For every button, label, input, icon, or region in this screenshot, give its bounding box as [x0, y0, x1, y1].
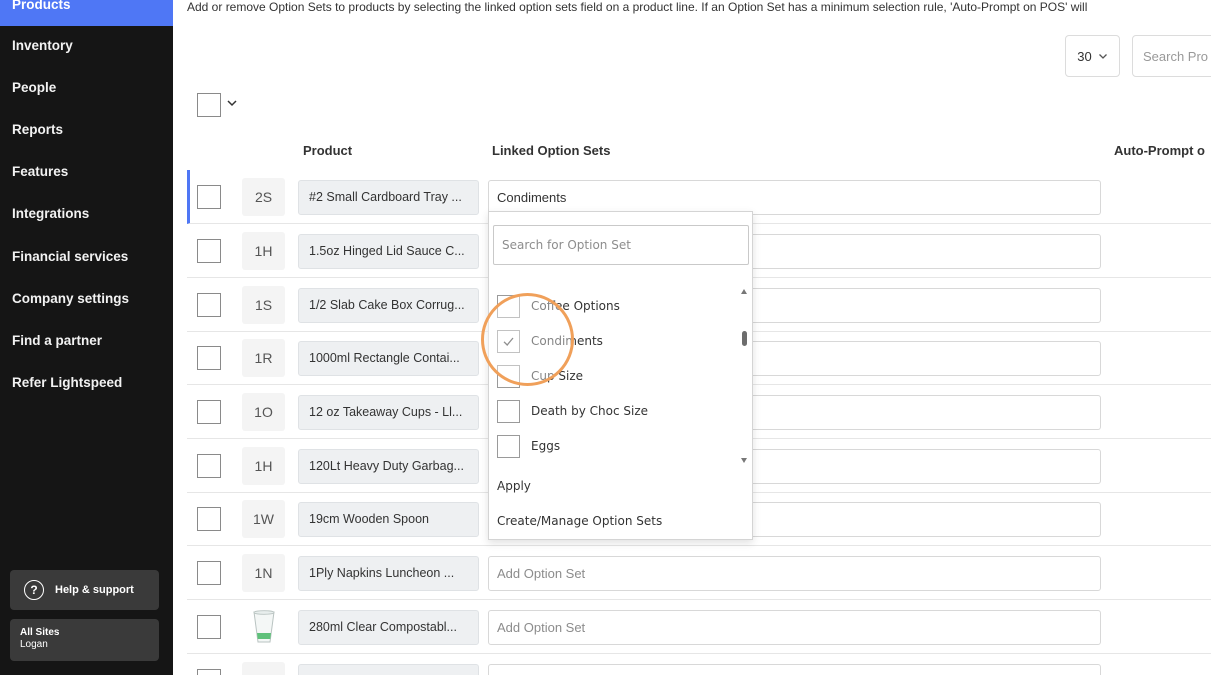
page-description: Add or remove Option Sets to products by…	[187, 0, 1088, 14]
per-page-value: 30	[1077, 48, 1092, 64]
option-label: Condiments	[531, 334, 603, 348]
column-header-auto-prompt[interactable]: Auto-Prompt o	[1114, 143, 1205, 158]
table-row[interactable]: 280ml Clear Compostabl... Add Option Set	[187, 600, 1211, 654]
row-checkbox[interactable]	[197, 239, 221, 263]
product-name: 19cm Wooden Spoon	[298, 502, 479, 537]
site-title: All Sites	[20, 627, 60, 638]
sidebar-item-products[interactable]: Products	[0, 0, 173, 26]
scroll-up-arrow-icon[interactable]	[741, 289, 747, 294]
column-header-linked-option-sets[interactable]: Linked Option Sets	[492, 143, 610, 158]
dropdown-scrollbar[interactable]	[742, 331, 747, 346]
product-name: #2 Small Cardboard Tray ...	[298, 180, 479, 215]
product-name: 280ml Clear Compostabl...	[298, 610, 479, 645]
product-thumbnail: 1N	[242, 554, 285, 592]
linked-option-sets-field[interactable]: Condiments	[488, 180, 1101, 215]
search-products-placeholder: Search Pro	[1143, 48, 1209, 64]
option-checkbox[interactable]	[497, 329, 520, 353]
help-support-label: Help & support	[55, 584, 134, 596]
question-icon: ?	[24, 580, 44, 600]
row-checkbox[interactable]	[197, 669, 221, 675]
product-thumbnail: 1H	[242, 232, 285, 270]
linked-option-sets-field[interactable]: Add Option Set	[488, 610, 1101, 645]
scroll-down-arrow-icon[interactable]	[741, 458, 747, 463]
product-name: 1000ml Rectangle Contai...	[298, 341, 479, 376]
option-item-coffee-options[interactable]: Coffee Options	[497, 292, 737, 320]
product-thumbnail: 1O	[242, 393, 285, 431]
option-checkbox[interactable]	[497, 434, 520, 458]
option-label: Death by Choc Size	[531, 404, 649, 418]
linked-option-sets-field[interactable]	[488, 664, 1101, 675]
product-name: 12 oz Takeaway Cups - Ll...	[298, 395, 479, 430]
sidebar-item-integrations[interactable]: Integrations	[0, 194, 173, 234]
option-item-eggs[interactable]: Eggs	[497, 432, 737, 460]
row-checkbox[interactable]	[197, 400, 221, 424]
product-name: 1Ply Napkins Luncheon ...	[298, 556, 479, 591]
product-name: 1/2 Slab Cake Box Corrug...	[298, 288, 479, 323]
option-checkbox[interactable]	[497, 294, 520, 318]
sidebar-item-features[interactable]: Features	[0, 152, 173, 192]
checkmark-icon	[503, 337, 514, 346]
row-checkbox[interactable]	[197, 507, 221, 531]
cup-image	[242, 608, 285, 646]
product-thumbnail: 2S	[242, 178, 285, 216]
sidebar: Products Inventory People Reports Featur…	[0, 0, 173, 675]
product-thumbnail: 1S	[242, 286, 285, 324]
sidebar-item-company-settings[interactable]: Company settings	[0, 279, 173, 319]
product-thumbnail: 1R	[242, 339, 285, 377]
column-header-product[interactable]: Product	[303, 143, 352, 158]
chevron-down-icon[interactable]	[225, 96, 239, 110]
help-support-button[interactable]: ? Help & support	[10, 570, 159, 610]
table-row[interactable]: 1N 1Ply Napkins Luncheon ... Add Option …	[187, 546, 1211, 600]
option-item-death-by-choc-size[interactable]: Death by Choc Size	[497, 397, 737, 425]
option-set-search-input[interactable]: Search for Option Set	[493, 225, 749, 265]
select-all-checkbox[interactable]	[197, 93, 221, 117]
option-label: Coffee Options	[531, 299, 620, 313]
row-checkbox[interactable]	[197, 185, 221, 209]
option-checkbox[interactable]	[497, 399, 520, 423]
sidebar-item-people[interactable]: People	[0, 68, 173, 108]
linked-option-sets-field[interactable]: Add Option Set	[488, 556, 1101, 591]
manage-option-sets-link[interactable]: Create/Manage Option Sets	[497, 514, 662, 528]
sidebar-item-inventory[interactable]: Inventory	[0, 26, 173, 66]
option-set-dropdown: Search for Option Set Coffee Options Con…	[488, 211, 753, 540]
sidebar-item-financial-services[interactable]: Financial services	[0, 237, 173, 277]
sidebar-item-refer-lightspeed[interactable]: Refer Lightspeed	[0, 363, 173, 403]
row-checkbox[interactable]	[197, 454, 221, 478]
row-checkbox[interactable]	[197, 561, 221, 585]
per-page-select[interactable]: 30	[1065, 35, 1120, 77]
option-label: Eggs	[531, 439, 561, 453]
product-name: 1.5oz Hinged Lid Sauce C...	[298, 234, 479, 269]
apply-button[interactable]: Apply	[497, 479, 531, 493]
site-user: Logan	[20, 639, 48, 650]
option-label: Cup Size	[531, 369, 584, 383]
option-item-cup-size[interactable]: Cup Size	[497, 362, 737, 390]
product-name	[298, 664, 479, 675]
chevron-down-icon	[1098, 54, 1107, 59]
row-checkbox[interactable]	[197, 615, 221, 639]
product-thumbnail: 1H	[242, 447, 285, 485]
site-selector[interactable]: All Sites Logan	[10, 619, 159, 661]
row-checkbox[interactable]	[197, 293, 221, 317]
search-products-input[interactable]: Search Pro	[1132, 35, 1211, 77]
sidebar-item-reports[interactable]: Reports	[0, 110, 173, 150]
row-checkbox[interactable]	[197, 346, 221, 370]
table-row[interactable]	[187, 654, 1211, 675]
product-thumbnail: 1W	[242, 500, 285, 538]
product-name: 120Lt Heavy Duty Garbag...	[298, 449, 479, 484]
sidebar-item-find-a-partner[interactable]: Find a partner	[0, 321, 173, 361]
option-item-condiments[interactable]: Condiments	[497, 327, 737, 355]
option-checkbox[interactable]	[497, 364, 520, 388]
product-thumbnail	[242, 662, 285, 675]
